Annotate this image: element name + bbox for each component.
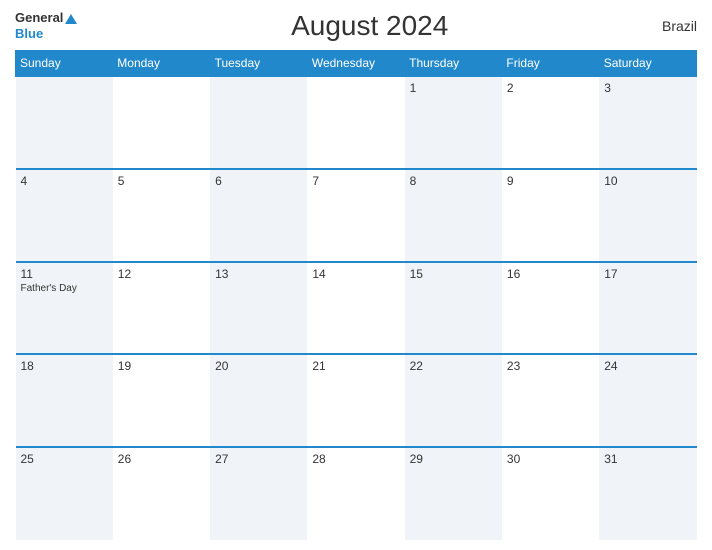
calendar-wrapper: General Blue August 2024 Brazil SundayMo… — [0, 0, 712, 550]
calendar-day-cell: 16 — [502, 262, 599, 355]
day-number: 8 — [410, 174, 497, 188]
day-number: 21 — [312, 359, 399, 373]
calendar-day-cell: 25 — [16, 447, 113, 540]
calendar-day-cell: 12 — [113, 262, 210, 355]
calendar-week-row: 11 Father's Day 12 13 14 15 16 17 — [16, 262, 697, 355]
calendar-day-cell: 1 — [405, 76, 502, 169]
day-number: 25 — [21, 452, 108, 466]
calendar-day-cell: 14 — [307, 262, 404, 355]
calendar-week-row: 25 26 27 28 29 30 31 — [16, 447, 697, 540]
calendar-day-cell: 19 — [113, 354, 210, 447]
month-title: August 2024 — [291, 10, 448, 42]
day-of-week-header: Saturday — [599, 51, 696, 77]
day-number: 5 — [118, 174, 205, 188]
day-number: 15 — [410, 267, 497, 281]
calendar-day-cell — [113, 76, 210, 169]
calendar-day-cell: 30 — [502, 447, 599, 540]
day-number: 16 — [507, 267, 594, 281]
calendar-day-cell — [16, 76, 113, 169]
day-header-row: SundayMondayTuesdayWednesdayThursdayFrid… — [16, 51, 697, 77]
calendar-day-cell: 23 — [502, 354, 599, 447]
day-number: 30 — [507, 452, 594, 466]
logo-triangle-icon — [65, 14, 77, 24]
calendar-day-cell: 13 — [210, 262, 307, 355]
calendar-day-cell: 20 — [210, 354, 307, 447]
calendar-day-cell: 2 — [502, 76, 599, 169]
day-of-week-header: Monday — [113, 51, 210, 77]
calendar-table: SundayMondayTuesdayWednesdayThursdayFrid… — [15, 50, 697, 540]
calendar-day-cell: 24 — [599, 354, 696, 447]
day-number: 6 — [215, 174, 302, 188]
day-number: 26 — [118, 452, 205, 466]
day-number: 31 — [604, 452, 691, 466]
day-number: 28 — [312, 452, 399, 466]
country-label: Brazil — [662, 18, 697, 34]
calendar-day-cell: 4 — [16, 169, 113, 262]
day-of-week-header: Tuesday — [210, 51, 307, 77]
day-number: 7 — [312, 174, 399, 188]
calendar-day-cell — [307, 76, 404, 169]
day-of-week-header: Wednesday — [307, 51, 404, 77]
day-number: 9 — [507, 174, 594, 188]
day-number: 24 — [604, 359, 691, 373]
calendar-day-cell — [210, 76, 307, 169]
day-number: 1 — [410, 81, 497, 95]
day-number: 13 — [215, 267, 302, 281]
day-number: 14 — [312, 267, 399, 281]
day-number: 27 — [215, 452, 302, 466]
day-of-week-header: Sunday — [16, 51, 113, 77]
calendar-day-cell: 21 — [307, 354, 404, 447]
calendar-day-cell: 7 — [307, 169, 404, 262]
calendar-week-row: 18 19 20 21 22 23 24 — [16, 354, 697, 447]
day-number: 17 — [604, 267, 691, 281]
day-number: 22 — [410, 359, 497, 373]
day-number: 23 — [507, 359, 594, 373]
calendar-day-cell: 15 — [405, 262, 502, 355]
day-number: 10 — [604, 174, 691, 188]
calendar-week-row: 123 — [16, 76, 697, 169]
calendar-header: General Blue August 2024 Brazil — [15, 10, 697, 42]
calendar-day-cell: 6 — [210, 169, 307, 262]
day-number: 11 — [21, 267, 108, 281]
calendar-day-cell: 10 — [599, 169, 696, 262]
day-number: 2 — [507, 81, 594, 95]
calendar-day-cell: 9 — [502, 169, 599, 262]
calendar-day-cell: 29 — [405, 447, 502, 540]
calendar-day-cell: 27 — [210, 447, 307, 540]
calendar-day-cell: 26 — [113, 447, 210, 540]
calendar-week-row: 456789 10 — [16, 169, 697, 262]
calendar-day-cell: 3 — [599, 76, 696, 169]
logo: General Blue — [15, 10, 77, 41]
logo-general: General — [15, 10, 77, 26]
logo-blue: Blue — [15, 26, 77, 42]
calendar-day-cell: 5 — [113, 169, 210, 262]
day-number: 12 — [118, 267, 205, 281]
day-number: 19 — [118, 359, 205, 373]
calendar-header-row: SundayMondayTuesdayWednesdayThursdayFrid… — [16, 51, 697, 77]
day-of-week-header: Thursday — [405, 51, 502, 77]
calendar-day-cell: 8 — [405, 169, 502, 262]
day-number: 4 — [21, 174, 108, 188]
day-number: 3 — [604, 81, 691, 95]
day-number: 29 — [410, 452, 497, 466]
day-number: 18 — [21, 359, 108, 373]
calendar-day-cell: 17 — [599, 262, 696, 355]
calendar-body: 1234567891011Father's Day121314151617181… — [16, 76, 697, 540]
day-of-week-header: Friday — [502, 51, 599, 77]
calendar-day-cell: 28 — [307, 447, 404, 540]
day-event: Father's Day — [21, 283, 108, 294]
day-number: 20 — [215, 359, 302, 373]
calendar-day-cell: 31 — [599, 447, 696, 540]
calendar-day-cell: 22 — [405, 354, 502, 447]
calendar-day-cell: 18 — [16, 354, 113, 447]
calendar-day-cell: 11 Father's Day — [16, 262, 113, 355]
